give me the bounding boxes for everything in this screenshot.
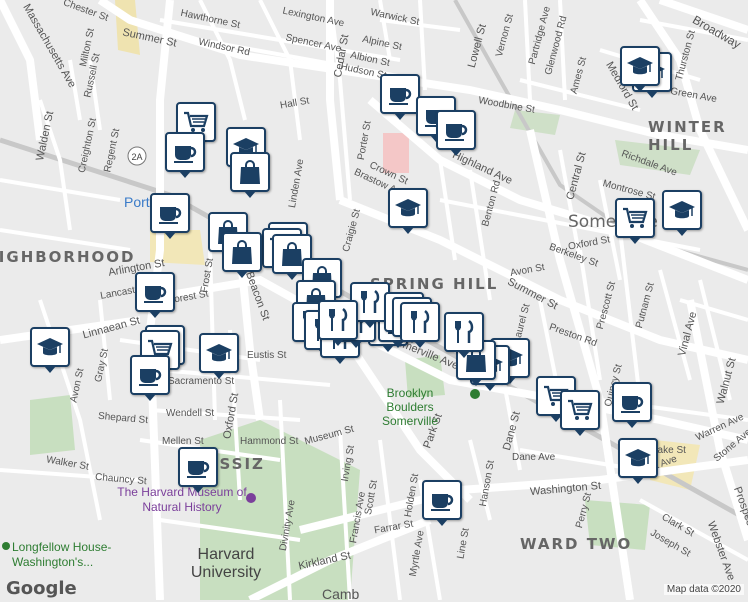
fork-knife-marker[interactable] [444, 312, 484, 358]
poi-label-harvard-museum: The Harvard Museum of Natural History [117, 485, 247, 514]
graduation-cap-icon [395, 199, 421, 217]
graduation-cap-icon [627, 57, 653, 75]
street-label: Wendell St [166, 408, 215, 419]
coffee-cup-marker[interactable] [165, 132, 205, 178]
route-badge: 2A [131, 152, 142, 162]
coffee-cup-marker[interactable] [436, 110, 476, 156]
coffee-cup-icon [445, 124, 468, 141]
fork-knife-icon [361, 290, 380, 313]
poi-harvard-museum[interactable]: The Harvard Museum of Natural History [112, 485, 252, 515]
coffee-cup-marker[interactable] [380, 74, 420, 120]
street-label: Hammond St [240, 436, 299, 447]
street-label: Dane Ave [512, 452, 556, 463]
poi-longfellow-house[interactable]: Longfellow House-Washington's... [12, 540, 142, 570]
google-logo: Google [6, 578, 77, 599]
neighborhood-label: WARD TWO [520, 535, 633, 553]
neighborhood-label: NEIGHBORHOOD [0, 248, 136, 266]
poi-label-harvard-university[interactable]: Harvard University [186, 546, 266, 582]
park-pin-icon [2, 542, 10, 550]
fork-knife-icon [329, 308, 348, 331]
graduation-cap-icon [206, 344, 232, 362]
coffee-cup-icon [174, 146, 197, 163]
graduation-cap-icon [625, 449, 651, 467]
graduation-cap-marker[interactable] [620, 46, 660, 92]
shopping-cart-icon [623, 207, 648, 228]
fork-knife-icon [411, 310, 430, 333]
map-canvas[interactable]: 2A Summer St Hawthorne St Windsor Rd Lex… [0, 0, 748, 602]
map-data-credit: Map data ©2020 [663, 584, 744, 595]
shopping-bag-marker[interactable] [230, 152, 270, 198]
shopping-bag-icon [240, 160, 260, 184]
coffee-cup-icon [139, 369, 162, 386]
graduation-cap-marker[interactable] [618, 438, 658, 484]
coffee-cup-marker[interactable] [150, 193, 190, 239]
street-label: Eustis St [247, 350, 287, 361]
fork-knife-marker[interactable] [400, 302, 440, 348]
museum-pin-icon [246, 493, 256, 503]
shopping-cart-icon [568, 399, 593, 420]
coffee-cup-marker[interactable] [135, 272, 175, 318]
shopping-bag-icon [232, 240, 252, 264]
fork-knife-marker[interactable] [318, 300, 358, 346]
graduation-cap-marker[interactable] [388, 188, 428, 234]
coffee-cup-marker[interactable] [422, 480, 462, 526]
coffee-cup-icon [389, 88, 412, 105]
graduation-cap-marker[interactable] [30, 327, 70, 373]
coffee-cup-icon [187, 461, 210, 478]
coffee-cup-icon [144, 286, 167, 303]
graduation-cap-icon [669, 201, 695, 219]
coffee-cup-icon [621, 396, 644, 413]
graduation-cap-marker[interactable] [199, 333, 239, 379]
graduation-cap-icon [37, 338, 63, 356]
shopping-cart-marker[interactable] [615, 198, 655, 244]
street-label: Mellen St [162, 436, 204, 447]
coffee-cup-marker[interactable] [178, 447, 218, 493]
coffee-cup-marker[interactable] [130, 355, 170, 401]
shopping-cart-marker[interactable] [560, 390, 600, 436]
fork-knife-icon [455, 320, 474, 343]
coffee-cup-icon [431, 494, 454, 511]
coffee-cup-marker[interactable] [612, 382, 652, 428]
coffee-cup-icon [159, 207, 182, 224]
poi-label-brooklyn-boulders: Brooklyn Boulders Somerville [381, 386, 438, 428]
climbing-pin-icon [470, 389, 480, 399]
neighborhood-label: WINTER HILL [648, 118, 727, 154]
poi-label-longfellow-house: Longfellow House-Washington's... [12, 540, 112, 569]
graduation-cap-marker[interactable] [662, 190, 702, 236]
shopping-bag-marker[interactable] [222, 232, 262, 278]
